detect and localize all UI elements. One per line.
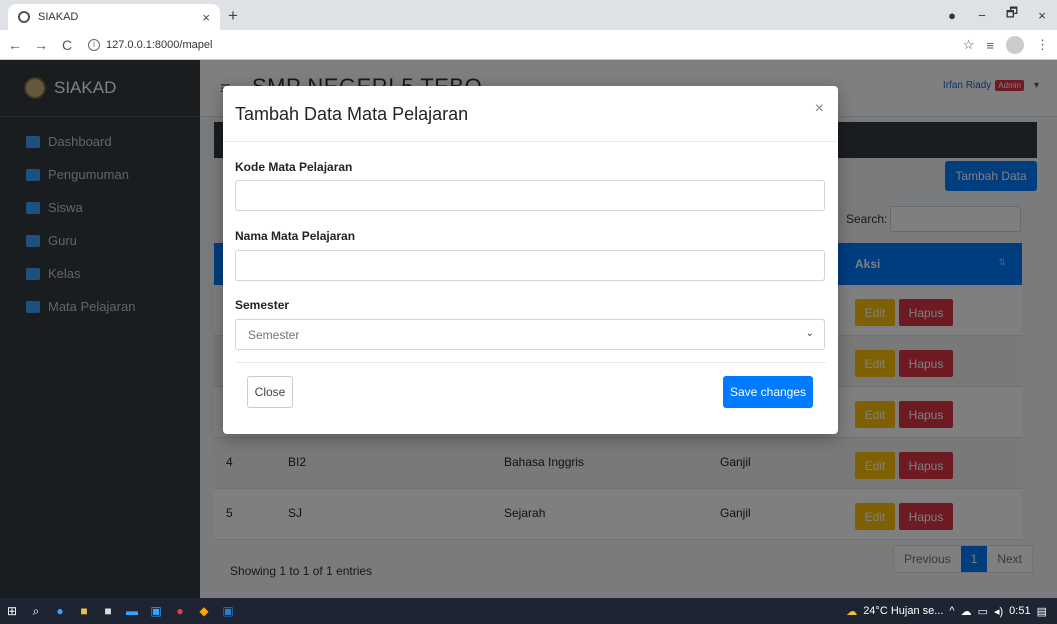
kode-input[interactable] xyxy=(235,180,825,211)
close-button[interactable]: Close xyxy=(247,376,293,408)
modal-footer: Close Save changes xyxy=(223,362,838,434)
windows-start-icon[interactable]: ⊞ xyxy=(0,604,24,618)
window-controls: ● − 🗗 × xyxy=(937,0,1057,30)
new-tab-button[interactable]: + xyxy=(228,6,238,26)
weather-text[interactable]: 24°C Hujan se... xyxy=(863,605,943,617)
photoshop-icon[interactable]: ▣ xyxy=(144,604,168,618)
semester-select[interactable]: Semester ⌄ xyxy=(235,319,825,350)
word-icon[interactable]: ▣ xyxy=(216,604,240,618)
store-icon[interactable]: ■ xyxy=(96,604,120,618)
back-icon[interactable]: ← xyxy=(4,37,26,53)
chevron-down-icon: ⌄ xyxy=(805,328,814,339)
divider xyxy=(235,362,826,363)
tab-title: SIAKAD xyxy=(38,11,79,23)
network-icon[interactable]: ☁ xyxy=(961,605,972,618)
battery-icon[interactable]: ▭ xyxy=(978,605,988,618)
browser-tabstrip: SIAKAD × + ● − 🗗 × xyxy=(0,0,1057,30)
forward-icon[interactable]: → xyxy=(30,37,52,53)
search-icon[interactable]: ⌕ xyxy=(24,604,48,619)
file-explorer-icon[interactable]: ■ xyxy=(72,604,96,618)
record-icon[interactable]: ● xyxy=(937,8,967,23)
reload-icon[interactable]: C xyxy=(56,37,78,53)
restore-button[interactable]: 🗗 xyxy=(997,4,1027,26)
nama-input[interactable] xyxy=(235,250,825,281)
minimize-button[interactable]: − xyxy=(967,8,997,23)
semester-label: Semester xyxy=(235,298,290,312)
vscode-icon[interactable]: ◆ xyxy=(192,604,216,618)
menu-dots-icon[interactable]: ⋮ xyxy=(1036,37,1049,53)
edge-icon[interactable]: ● xyxy=(48,604,72,618)
window-close-button[interactable]: × xyxy=(1027,8,1057,23)
profile-icon[interactable] xyxy=(1006,36,1024,54)
tab-close-icon[interactable]: × xyxy=(202,10,210,25)
modal-body: Kode Mata Pelajaran Nama Mata Pelajaran … xyxy=(223,142,838,370)
info-icon[interactable]: i xyxy=(88,38,100,51)
modal-header: Tambah Data Mata Pelajaran × xyxy=(223,86,838,142)
weather-icon[interactable]: ☁ xyxy=(846,605,857,618)
modal-title: Tambah Data Mata Pelajaran xyxy=(235,104,469,124)
volume-icon[interactable]: ◂) xyxy=(994,605,1003,618)
notification-icon[interactable]: ▤ xyxy=(1037,605,1047,618)
star-icon[interactable]: ☆ xyxy=(963,37,975,53)
mail-icon[interactable]: ▬ xyxy=(120,604,144,618)
close-icon[interactable]: × xyxy=(815,100,824,118)
url-text: 127.0.0.1:8000/mapel xyxy=(106,38,213,51)
system-tray: ☁ 24°C Hujan se... ^ ☁ ▭ ◂) 0:51 ▤ xyxy=(846,598,1047,624)
kode-label: Kode Mata Pelajaran xyxy=(235,160,353,174)
chrome-icon[interactable]: ● xyxy=(168,604,192,618)
taskbar: ⊞ ⌕ ● ■ ■ ▬ ▣ ● ◆ ▣ ☁ 24°C Hujan se... ^… xyxy=(0,598,1057,624)
browser-tab[interactable]: SIAKAD × xyxy=(8,4,220,30)
address-bar: ← → C i 127.0.0.1:8000/mapel ☆ ≡ ⋮ xyxy=(0,30,1057,60)
nama-label: Nama Mata Pelajaran xyxy=(235,229,356,243)
url-field[interactable]: i 127.0.0.1:8000/mapel xyxy=(88,38,213,51)
semester-selected-value: Semester xyxy=(248,327,300,342)
reading-list-icon[interactable]: ≡ xyxy=(986,38,994,53)
add-subject-modal: Tambah Data Mata Pelajaran × Kode Mata P… xyxy=(223,86,838,434)
save-button[interactable]: Save changes xyxy=(723,376,813,408)
clock[interactable]: 0:51 xyxy=(1009,605,1030,617)
address-actions: ☆ ≡ ⋮ xyxy=(963,30,1049,60)
globe-icon xyxy=(18,11,30,23)
tray-chevron-icon[interactable]: ^ xyxy=(949,605,954,617)
